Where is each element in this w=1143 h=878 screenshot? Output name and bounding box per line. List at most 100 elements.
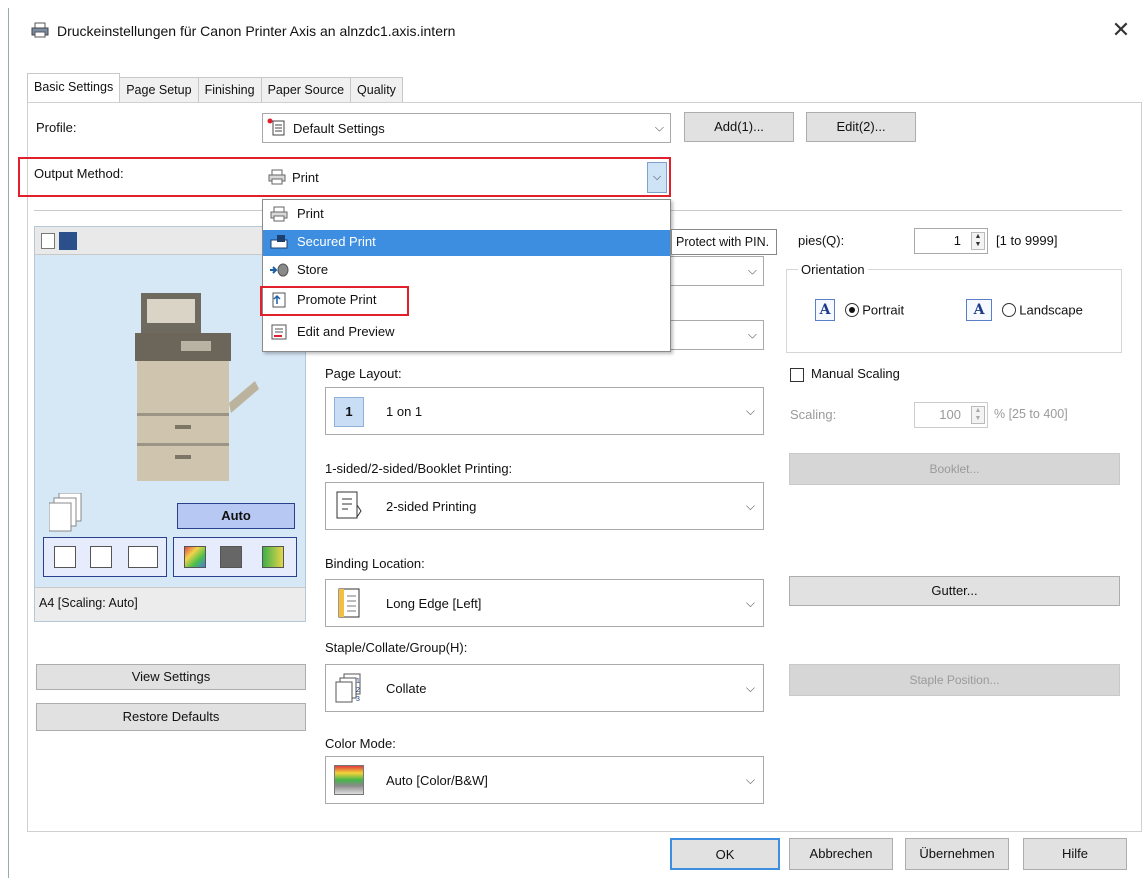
add-profile-button[interactable]: Add(1)... (684, 112, 794, 142)
color-mode-select[interactable]: Auto [Color/B&W] ⌵ (325, 756, 764, 804)
profile-label: Profile: (36, 120, 77, 135)
scaling-range: % [25 to 400] (994, 407, 1068, 421)
printer-icon (270, 206, 288, 222)
manual-scaling-label: Manual Scaling (811, 366, 900, 381)
preview-caption: A4 [Scaling: Auto] (39, 596, 138, 610)
staple-label: Staple/Collate/Group(H): (325, 640, 468, 655)
staple-select[interactable]: 1 2 3 Collate ⌵ (325, 664, 764, 712)
close-button[interactable]: ✕ (1107, 16, 1135, 44)
dropdown-item-edit-and-preview[interactable]: Edit and Preview (263, 320, 670, 346)
dropdown-item-secured-print[interactable]: Secured Print (263, 230, 670, 256)
page-layout-select[interactable]: 1 1 on 1 ⌵ (325, 387, 764, 435)
landscape-option[interactable]: A Landscape (966, 299, 1083, 321)
color-icons[interactable] (173, 537, 297, 577)
staple-value: Collate (386, 681, 427, 696)
single-page-icon (54, 546, 76, 568)
chevron-down-icon: ⌵ (654, 120, 664, 135)
sided-value: 2-sided Printing (386, 499, 477, 514)
landscape-radio[interactable] (1001, 303, 1016, 317)
staple-position-button[interactable]: Staple Position... (789, 664, 1120, 696)
profile-value: Default Settings (293, 121, 385, 136)
portrait-label: Portrait (862, 302, 905, 318)
binding-label: Binding Location: (325, 556, 425, 571)
svg-text:2: 2 (356, 687, 360, 694)
layout-icons[interactable] (43, 537, 167, 577)
chevron-down-icon: ⌵ (747, 327, 757, 342)
tab-strip: Basic Settings Page Setup Finishing Pape… (27, 73, 403, 102)
apply-button[interactable]: Übernehmen (905, 838, 1009, 870)
manual-scaling-checkbox[interactable] (790, 368, 804, 382)
dropdown-item-label: Print (297, 206, 324, 221)
auto-button[interactable]: Auto (177, 503, 295, 529)
ok-button[interactable]: OK (670, 838, 780, 870)
help-button[interactable]: Hilfe (1023, 838, 1127, 870)
dropdown-item-label: Store (297, 262, 329, 277)
output-method-dropdown: Print Secured Print Store Promote Print … (262, 199, 671, 352)
restore-defaults-button[interactable]: Restore Defaults (36, 703, 306, 731)
dropdown-item-print[interactable]: Print (263, 202, 670, 228)
portrait-radio[interactable] (844, 303, 859, 317)
booklet-icon (128, 546, 158, 568)
gutter-button[interactable]: Gutter... (789, 576, 1120, 606)
bw-page-icon (220, 546, 242, 568)
view-settings-button[interactable]: View Settings (36, 664, 306, 690)
portrait-icon: A (815, 299, 835, 321)
page-view-icon[interactable] (41, 233, 55, 249)
scaling-label: Scaling: (790, 407, 837, 422)
page-layout-label: Page Layout: (325, 366, 402, 381)
tab-page-setup[interactable]: Page Setup (119, 77, 199, 102)
scaling-spinner-icon[interactable]: ▲ ▼ (971, 406, 985, 424)
cancel-button[interactable]: Abbrechen (789, 838, 893, 870)
color-page-icon (184, 546, 206, 568)
color-mode-icon (334, 765, 364, 795)
landscape-icon: A (966, 299, 992, 321)
scaling-input[interactable]: 100 ▲ ▼ (914, 402, 988, 428)
title-bar: Druckeinstellungen für Canon Printer Axi… (9, 8, 1143, 54)
chevron-down-icon[interactable]: ⌵ (647, 162, 667, 193)
binding-value: Long Edge [Left] (386, 596, 482, 611)
store-icon (270, 263, 289, 277)
landscape-label: Landscape (1019, 302, 1083, 318)
binding-left-icon (338, 588, 360, 618)
svg-text:1: 1 (356, 678, 360, 685)
page-layout-icon: 1 (334, 397, 364, 427)
copies-label: pies(Q): (798, 233, 845, 248)
output-method-label: Output Method: (34, 166, 124, 181)
sided-label: 1-sided/2-sided/Booklet Printing: (325, 461, 513, 476)
profile-icon (267, 118, 285, 136)
duplex-icon (90, 546, 112, 568)
printer-icon (31, 22, 49, 38)
output-method-select[interactable]: Print (262, 162, 647, 193)
tab-paper-source[interactable]: Paper Source (260, 77, 352, 102)
scaling-value: 100 (939, 407, 961, 422)
window-title: Druckeinstellungen für Canon Printer Axi… (57, 23, 456, 39)
edit-preview-icon (271, 324, 287, 340)
chevron-down-icon: ⌵ (745, 773, 755, 787)
edit-profile-button[interactable]: Edit(2)... (806, 112, 916, 142)
preview-caption-bar: A4 [Scaling: Auto] (35, 587, 305, 621)
copies-value: 1 (953, 233, 961, 248)
tab-finishing[interactable]: Finishing (197, 77, 262, 102)
booklet-button[interactable]: Booklet... (789, 453, 1120, 485)
orientation-label: Orientation (798, 262, 868, 277)
toner-page-icon (262, 546, 284, 568)
printer-icon (268, 169, 286, 185)
tab-basic-settings[interactable]: Basic Settings (27, 73, 121, 102)
duplex-page-icon (336, 491, 362, 519)
chevron-down-icon: ⌵ (745, 681, 755, 695)
printer-view-icon[interactable] (59, 232, 77, 250)
chevron-down-icon: ⌵ (745, 596, 755, 610)
tab-quality[interactable]: Quality (350, 77, 403, 102)
lock-printer-icon (270, 235, 288, 249)
color-mode-label: Color Mode: (325, 736, 396, 751)
copies-input[interactable]: 1 ▲ ▼ (914, 228, 988, 254)
portrait-option[interactable]: A Portrait (815, 299, 904, 321)
dropdown-item-store[interactable]: Store (263, 258, 670, 284)
collate-icon: 1 2 3 (335, 673, 361, 703)
sided-select[interactable]: 2-sided Printing ⌵ (325, 482, 764, 530)
binding-select[interactable]: Long Edge [Left] ⌵ (325, 579, 764, 627)
copies-spinner-icon[interactable]: ▲ ▼ (971, 232, 985, 250)
profile-select[interactable]: Default Settings ⌵ (262, 113, 671, 143)
chevron-down-icon: ⌵ (745, 499, 755, 513)
printer-illustration-icon (135, 293, 259, 481)
